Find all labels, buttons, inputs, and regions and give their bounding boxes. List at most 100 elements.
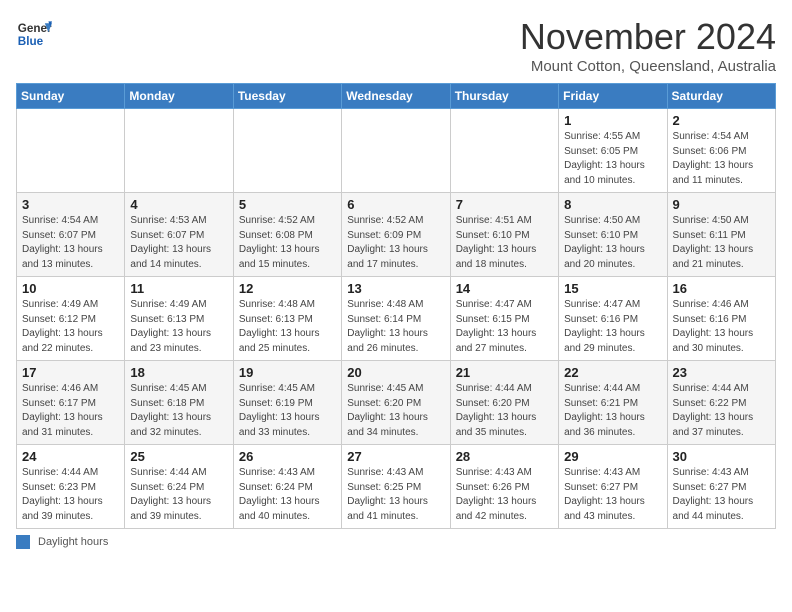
calendar-cell: 17Sunrise: 4:46 AM Sunset: 6:17 PM Dayli… [17, 361, 125, 445]
day-info: Sunrise: 4:54 AM Sunset: 6:07 PM Dayligh… [22, 214, 119, 272]
calendar-cell [450, 109, 558, 193]
day-number: 14 [456, 281, 553, 296]
day-number: 8 [564, 197, 661, 212]
day-number: 18 [130, 365, 227, 380]
calendar-week-3: 10 Sunrise: 4:49 AM Sunset: 6:12 PM Dayli… [17, 277, 776, 361]
day-number: 22 [564, 365, 661, 380]
calendar-week-1: 1 Sunrise: 4:55 AM Sunset: 6:05 PM Daylig… [17, 109, 776, 193]
day-number: 1 [564, 113, 661, 128]
day-number: 3 [22, 197, 119, 212]
day-number: 12 [239, 281, 336, 296]
day-number: 27 [347, 449, 444, 464]
calendar-cell: 2 Sunrise: 4:54 AM Sunset: 6:06 PM Daylig… [667, 109, 775, 193]
header-cell-saturday: Saturday [667, 84, 775, 109]
header-cell-thursday: Thursday [450, 84, 558, 109]
header-row: SundayMondayTuesdayWednesdayThursdayFrid… [17, 84, 776, 109]
calendar-body: 1 Sunrise: 4:55 AM Sunset: 6:05 PM Daylig… [17, 109, 776, 529]
calendar-cell: 20 Sunrise: 4:45 AM Sunset: 6:20 PM Dayli… [342, 361, 450, 445]
day-number: 7 [456, 197, 553, 212]
header: General Blue November 2024 Mount Cotton,… [16, 16, 776, 75]
header-cell-friday: Friday [559, 84, 667, 109]
calendar-cell: 25 Sunrise: 4:44 AM Sunset: 6:24 PM Dayli… [125, 445, 233, 529]
header-cell-wednesday: Wednesday [342, 84, 450, 109]
day-number: 21 [456, 365, 553, 380]
logo-icon: General Blue [16, 16, 52, 52]
calendar-cell: 8 Sunrise: 4:50 AM Sunset: 6:10 PM Daylig… [559, 193, 667, 277]
calendar-cell: 29 Sunrise: 4:43 AM Sunset: 6:27 PM Dayli… [559, 445, 667, 529]
day-info: Sunrise: 4:55 AM Sunset: 6:05 PM Dayligh… [564, 130, 661, 188]
day-info: Sunrise: 4:46 AM Sunset: 6:17 PM Dayligh… [22, 382, 119, 440]
day-number: 5 [239, 197, 336, 212]
calendar-week-4: 17Sunrise: 4:46 AM Sunset: 6:17 PM Dayli… [17, 361, 776, 445]
day-number: 20 [347, 365, 444, 380]
calendar-cell: 16 Sunrise: 4:46 AM Sunset: 6:16 PM Dayli… [667, 277, 775, 361]
day-number: 16 [673, 281, 770, 296]
calendar-week-2: 3 Sunrise: 4:54 AM Sunset: 6:07 PM Daylig… [17, 193, 776, 277]
header-cell-tuesday: Tuesday [233, 84, 341, 109]
calendar-cell [17, 109, 125, 193]
calendar-cell: 9 Sunrise: 4:50 AM Sunset: 6:11 PM Daylig… [667, 193, 775, 277]
calendar-cell: 21 Sunrise: 4:44 AM Sunset: 6:20 PM Dayli… [450, 361, 558, 445]
day-number: 25 [130, 449, 227, 464]
day-number: 24 [22, 449, 119, 464]
day-info: Sunrise: 4:45 AM Sunset: 6:18 PM Dayligh… [130, 382, 227, 440]
day-info: Sunrise: 4:44 AM Sunset: 6:21 PM Dayligh… [564, 382, 661, 440]
day-info: Sunrise: 4:49 AM Sunset: 6:13 PM Dayligh… [130, 298, 227, 356]
logo: General Blue [16, 16, 52, 52]
calendar-cell: 23Sunrise: 4:44 AM Sunset: 6:22 PM Dayli… [667, 361, 775, 445]
calendar-cell: 15Sunrise: 4:47 AM Sunset: 6:16 PM Dayli… [559, 277, 667, 361]
footer: Daylight hours [16, 535, 776, 549]
day-info: Sunrise: 4:46 AM Sunset: 6:16 PM Dayligh… [673, 298, 770, 356]
calendar-cell: 7 Sunrise: 4:51 AM Sunset: 6:10 PM Daylig… [450, 193, 558, 277]
day-info: Sunrise: 4:49 AM Sunset: 6:12 PM Dayligh… [22, 298, 119, 356]
day-info: Sunrise: 4:43 AM Sunset: 6:25 PM Dayligh… [347, 466, 444, 524]
header-cell-sunday: Sunday [17, 84, 125, 109]
day-number: 6 [347, 197, 444, 212]
day-info: Sunrise: 4:44 AM Sunset: 6:23 PM Dayligh… [22, 466, 119, 524]
day-info: Sunrise: 4:50 AM Sunset: 6:10 PM Dayligh… [564, 214, 661, 272]
day-info: Sunrise: 4:44 AM Sunset: 6:24 PM Dayligh… [130, 466, 227, 524]
day-info: Sunrise: 4:50 AM Sunset: 6:11 PM Dayligh… [673, 214, 770, 272]
calendar-cell: 30Sunrise: 4:43 AM Sunset: 6:27 PM Dayli… [667, 445, 775, 529]
day-number: 4 [130, 197, 227, 212]
calendar-cell: 22 Sunrise: 4:44 AM Sunset: 6:21 PM Dayli… [559, 361, 667, 445]
day-info: Sunrise: 4:52 AM Sunset: 6:09 PM Dayligh… [347, 214, 444, 272]
calendar-cell: 6 Sunrise: 4:52 AM Sunset: 6:09 PM Daylig… [342, 193, 450, 277]
day-number: 9 [673, 197, 770, 212]
day-info: Sunrise: 4:43 AM Sunset: 6:27 PM Dayligh… [564, 466, 661, 524]
calendar-cell: 24 Sunrise: 4:44 AM Sunset: 6:23 PM Dayli… [17, 445, 125, 529]
title-area: November 2024 Mount Cotton, Queensland, … [520, 16, 776, 75]
calendar-cell [125, 109, 233, 193]
calendar-cell: 19Sunrise: 4:45 AM Sunset: 6:19 PM Dayli… [233, 361, 341, 445]
daylight-color-box [16, 535, 30, 549]
calendar-cell: 27 Sunrise: 4:43 AM Sunset: 6:25 PM Dayli… [342, 445, 450, 529]
day-number: 13 [347, 281, 444, 296]
calendar-cell: 4 Sunrise: 4:53 AM Sunset: 6:07 PM Daylig… [125, 193, 233, 277]
day-number: 11 [130, 281, 227, 296]
calendar-cell [342, 109, 450, 193]
day-info: Sunrise: 4:44 AM Sunset: 6:20 PM Dayligh… [456, 382, 553, 440]
svg-text:Blue: Blue [18, 35, 44, 48]
day-info: Sunrise: 4:45 AM Sunset: 6:20 PM Dayligh… [347, 382, 444, 440]
day-info: Sunrise: 4:51 AM Sunset: 6:10 PM Dayligh… [456, 214, 553, 272]
calendar-cell: 14 Sunrise: 4:47 AM Sunset: 6:15 PM Dayli… [450, 277, 558, 361]
calendar-cell [233, 109, 341, 193]
calendar-week-5: 24 Sunrise: 4:44 AM Sunset: 6:23 PM Dayli… [17, 445, 776, 529]
calendar-cell: 13 Sunrise: 4:48 AM Sunset: 6:14 PM Dayli… [342, 277, 450, 361]
daylight-label: Daylight hours [38, 536, 108, 548]
day-info: Sunrise: 4:52 AM Sunset: 6:08 PM Dayligh… [239, 214, 336, 272]
day-info: Sunrise: 4:54 AM Sunset: 6:06 PM Dayligh… [673, 130, 770, 188]
day-number: 29 [564, 449, 661, 464]
day-number: 26 [239, 449, 336, 464]
day-number: 10 [22, 281, 119, 296]
day-info: Sunrise: 4:45 AM Sunset: 6:19 PM Dayligh… [239, 382, 336, 440]
calendar-cell: 10 Sunrise: 4:49 AM Sunset: 6:12 PM Dayli… [17, 277, 125, 361]
calendar-cell: 18 Sunrise: 4:45 AM Sunset: 6:18 PM Dayli… [125, 361, 233, 445]
month-title: November 2024 [520, 16, 776, 58]
day-info: Sunrise: 4:47 AM Sunset: 6:15 PM Dayligh… [456, 298, 553, 356]
day-number: 28 [456, 449, 553, 464]
day-info: Sunrise: 4:48 AM Sunset: 6:14 PM Dayligh… [347, 298, 444, 356]
day-info: Sunrise: 4:53 AM Sunset: 6:07 PM Dayligh… [130, 214, 227, 272]
calendar-header: SundayMondayTuesdayWednesdayThursdayFrid… [17, 84, 776, 109]
day-number: 2 [673, 113, 770, 128]
